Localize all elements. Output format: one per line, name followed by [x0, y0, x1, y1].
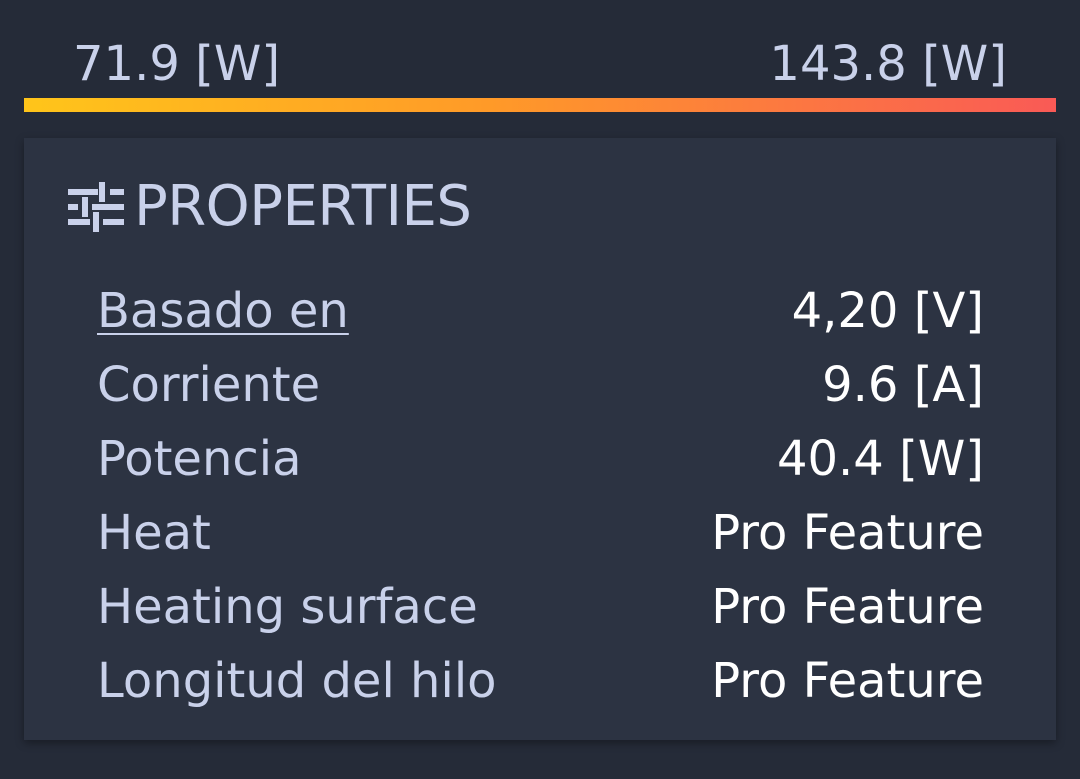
properties-card: PROPERTIES Basado en 4,20 [V] Corriente … — [24, 138, 1056, 740]
property-row-corriente: Corriente 9.6 [A] — [97, 348, 984, 422]
potencia-label: Potencia — [97, 431, 302, 487]
heating-surface-value: Pro Feature — [711, 579, 984, 635]
corriente-label: Corriente — [97, 357, 321, 413]
properties-header: PROPERTIES — [68, 174, 472, 239]
property-row-longitud-del-hilo: Longitud del hilo Pro Feature — [97, 644, 984, 718]
power-range-min: 71.9 [W] — [73, 36, 281, 92]
tune-icon — [68, 181, 124, 233]
property-row-potencia: Potencia 40.4 [W] — [97, 422, 984, 496]
potencia-value: 40.4 [W] — [776, 431, 984, 487]
properties-list: Basado en 4,20 [V] Corriente 9.6 [A] Pot… — [97, 274, 984, 718]
property-row-heat: Heat Pro Feature — [97, 496, 984, 570]
basado-en-value: 4,20 [V] — [791, 283, 984, 339]
heat-label: Heat — [97, 505, 211, 561]
heat-value: Pro Feature — [711, 505, 984, 561]
corriente-value: 9.6 [A] — [822, 357, 984, 413]
longitud-del-hilo-value: Pro Feature — [711, 653, 984, 709]
power-gradient-bar — [24, 98, 1056, 112]
power-range-max: 143.8 [W] — [769, 36, 1007, 92]
basado-en-link[interactable]: Basado en — [97, 287, 349, 335]
property-row-basado-en: Basado en 4,20 [V] — [97, 274, 984, 348]
property-row-heating-surface: Heating surface Pro Feature — [97, 570, 984, 644]
heating-surface-label: Heating surface — [97, 579, 478, 635]
power-range-labels: 71.9 [W] 143.8 [W] — [73, 34, 1007, 94]
longitud-del-hilo-label: Longitud del hilo — [97, 653, 497, 709]
properties-title: PROPERTIES — [134, 174, 472, 239]
